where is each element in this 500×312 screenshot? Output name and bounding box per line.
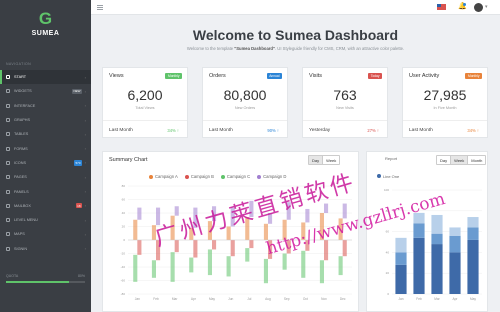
stacked-bar-segment[interactable] xyxy=(449,235,461,253)
stacked-bar-segment[interactable] xyxy=(413,223,425,238)
stacked-bar-segment[interactable] xyxy=(431,214,443,234)
y-tick-label: 40 xyxy=(386,250,390,254)
y-tick-label: 100 xyxy=(384,188,389,192)
stacked-bar-segment[interactable] xyxy=(395,237,407,253)
x-tick-label: Feb xyxy=(416,297,422,301)
stacked-bar-segment[interactable] xyxy=(413,212,425,224)
x-tick-label: Mar xyxy=(434,297,440,301)
stacked-bar-segment[interactable] xyxy=(467,227,479,240)
x-tick-label: Jan xyxy=(398,297,403,301)
y-tick-label: 0 xyxy=(387,292,389,296)
y-tick-label: 80 xyxy=(386,209,390,213)
stacked-bar-segment[interactable] xyxy=(431,244,443,294)
x-tick-label: May xyxy=(470,297,476,301)
y-tick-label: 20 xyxy=(386,271,390,275)
dashboard-app: G SUMEA NAVIGATION START › WIDGETS NEW › INTE… xyxy=(0,0,500,312)
stacked-bar-segment[interactable] xyxy=(467,217,479,228)
x-tick-label: Apr xyxy=(453,297,459,301)
y-tick-label: 60 xyxy=(386,230,390,234)
stacked-bar-segment[interactable] xyxy=(395,264,407,294)
stacked-bar-segment[interactable] xyxy=(413,237,425,294)
stacked-bar-segment[interactable] xyxy=(467,239,479,294)
stacked-bar-segment[interactable] xyxy=(395,252,407,265)
stacked-bar-segment[interactable] xyxy=(449,227,461,236)
report-chart: 0 20 40 60 80 100 Jan Feb Mar Apr May xyxy=(384,188,482,301)
stacked-bar-segment[interactable] xyxy=(431,233,443,245)
stacked-bar-segment[interactable] xyxy=(449,252,461,294)
